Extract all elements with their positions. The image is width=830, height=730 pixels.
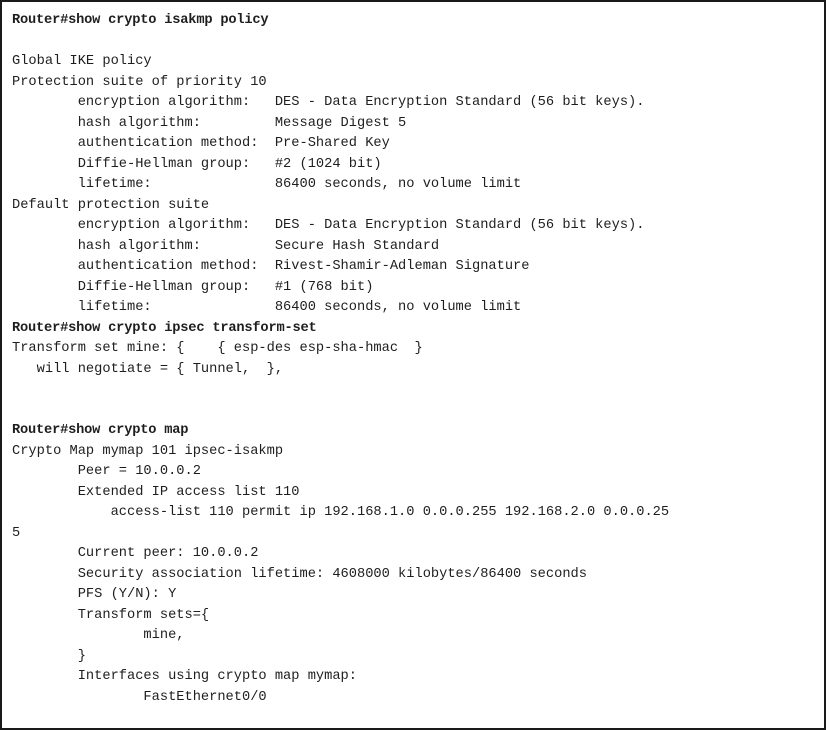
terminal-line: Extended IP access list 110 (12, 484, 300, 500)
terminal-line: Global IKE policy (12, 54, 152, 69)
terminal-line: will negotiate = { Tunnel, }, (12, 361, 284, 377)
terminal-line: encryption algorithm: DES - Data Encrypt… (12, 218, 645, 233)
terminal-line: Router#show crypto isakmp policy (12, 13, 269, 28)
terminal-line: Interfaces using crypto map mymap: (12, 669, 357, 684)
terminal-line: Router#show crypto map (12, 423, 189, 438)
terminal-line: } (12, 648, 86, 664)
terminal-line: 5 (12, 525, 21, 541)
terminal-line: authentication method: Rivest-Shamir-Adl… (12, 259, 530, 274)
terminal-line: authentication method: Pre-Shared Key (12, 136, 390, 151)
terminal-line: Security association lifetime: 4608000 k… (12, 566, 587, 582)
terminal-line: Protection suite of priority 10 (12, 74, 267, 90)
terminal-line: Transform sets={ (12, 607, 210, 623)
terminal-line: Crypto Map mymap 101 ipsec-isakmp (12, 443, 284, 459)
terminal-line: hash algorithm: Message Digest 5 (12, 115, 407, 131)
terminal-line: Current peer: 10.0.0.2 (12, 546, 259, 561)
terminal-line: Default protection suite (12, 197, 210, 213)
terminal-line: Router#show crypto ipsec transform-set (12, 320, 317, 336)
terminal-frame: Router#show crypto isakmp policy Global I… (0, 0, 826, 730)
terminal-line: lifetime: 86400 seconds, no volume limit (12, 300, 522, 315)
terminal-line: mine, (12, 628, 185, 643)
terminal-line: PFS (Y/N): Y (12, 587, 177, 602)
terminal-line: FastEthernet0/0 (12, 689, 267, 705)
terminal-line: hash algorithm: Secure Hash Standard (12, 238, 440, 254)
terminal-line: Diffie-Hellman group: #1 (768 bit) (12, 279, 374, 295)
terminal-line: Peer = 10.0.0.2 (12, 464, 201, 479)
terminal-line: Transform set mine: { { esp-des esp-sha-… (12, 341, 423, 356)
terminal-line: Diffie-Hellman group: #2 (1024 bit) (12, 156, 382, 172)
terminal-line: access-list 110 permit ip 192.168.1.0 0.… (12, 505, 670, 520)
terminal-line: lifetime: 86400 seconds, no volume limit (12, 177, 522, 192)
terminal-output: Router#show crypto isakmp policy Global I… (12, 11, 669, 708)
terminal-line: encryption algorithm: DES - Data Encrypt… (12, 95, 645, 110)
